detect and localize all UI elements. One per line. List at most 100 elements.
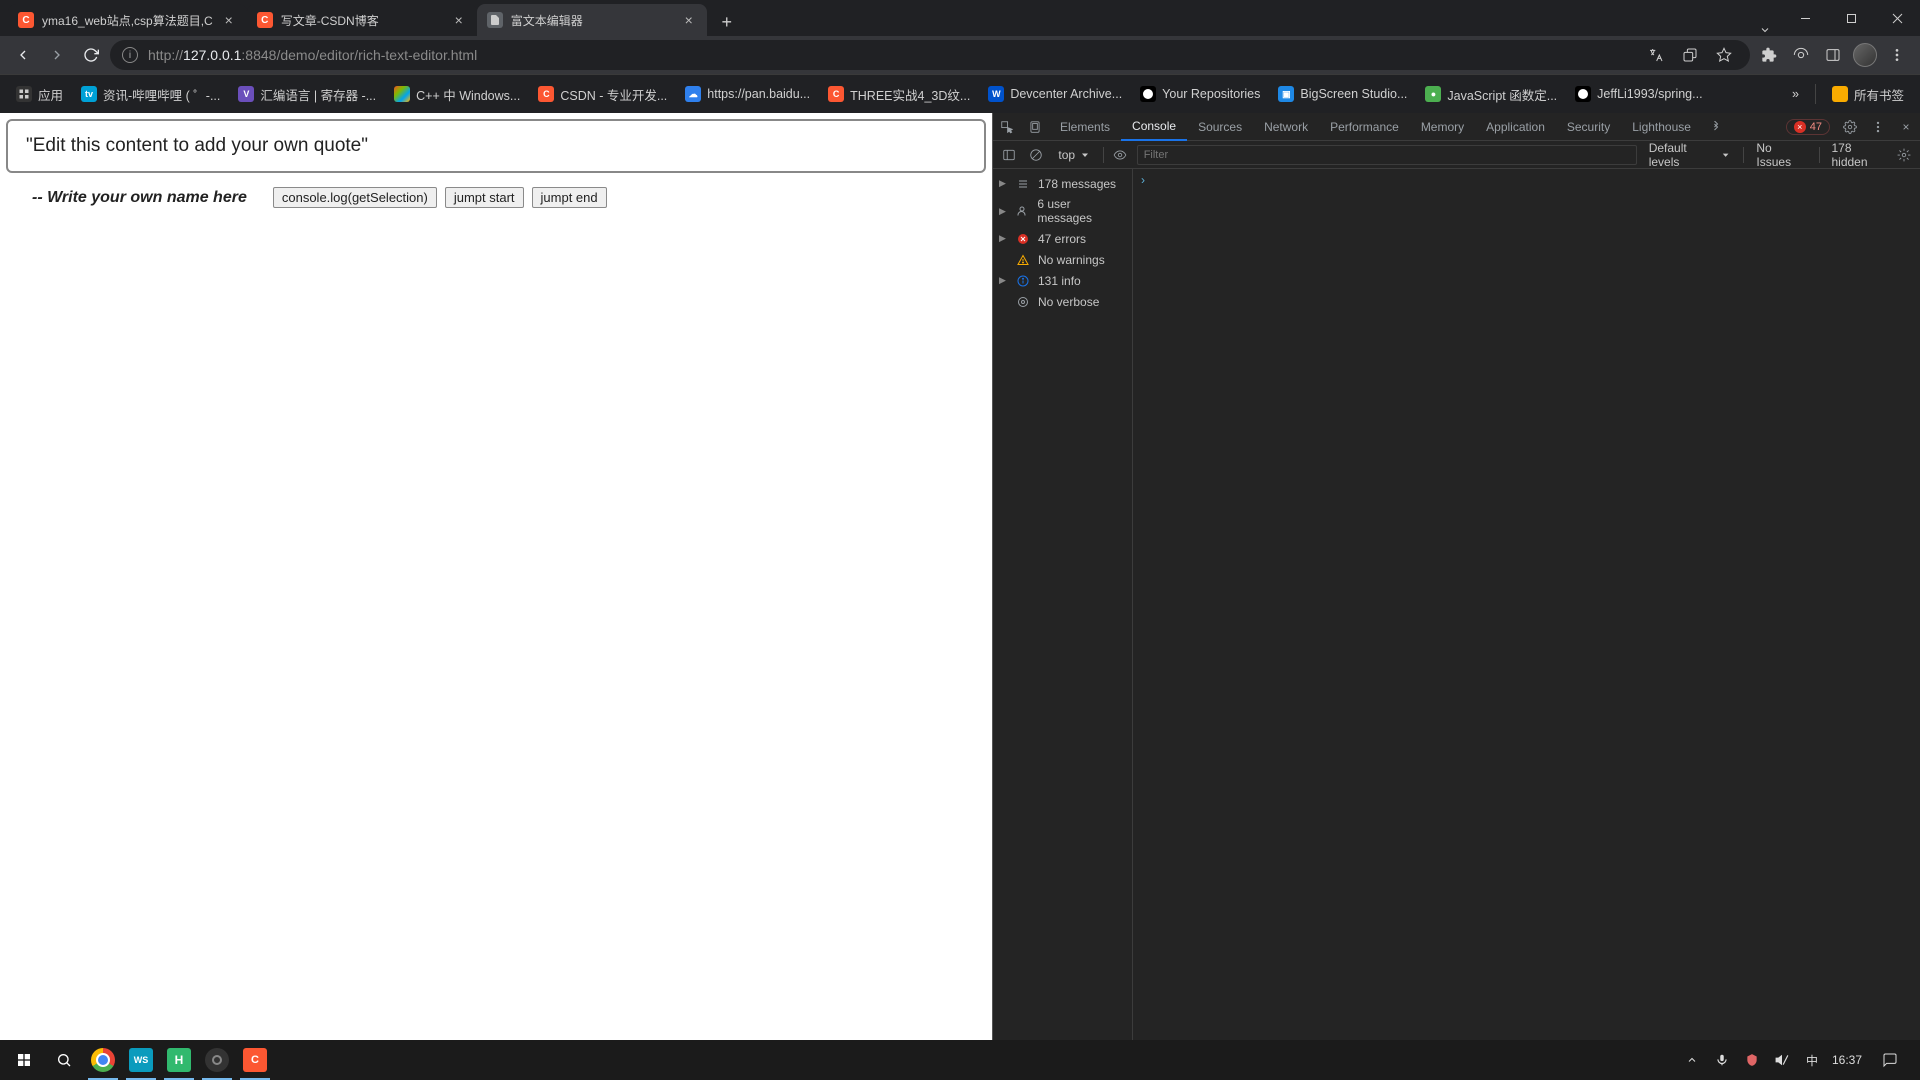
error-count-badge[interactable]: ×47: [1786, 119, 1830, 135]
tab-1[interactable]: C 写文章-CSDN博客 ×: [247, 4, 477, 36]
taskbar-app-obs[interactable]: [198, 1040, 236, 1080]
bookmark-item[interactable]: ☁https://pan.baidu...: [677, 82, 818, 106]
url-text: http://127.0.0.1:8848/demo/editor/rich-t…: [148, 47, 477, 63]
bookmark-item[interactable]: ●JavaScript 函数定...: [1417, 81, 1565, 108]
share-icon[interactable]: [1676, 41, 1704, 69]
taskbar-app-hbuilder[interactable]: H: [160, 1040, 198, 1080]
bookmark-apps[interactable]: 应用: [8, 81, 71, 108]
devtools-close-icon[interactable]: ×: [1892, 120, 1920, 134]
sidebar-row-info[interactable]: ▶131 info: [993, 270, 1132, 291]
tray-security-icon[interactable]: [1742, 1050, 1762, 1070]
all-bookmarks-button[interactable]: 所有书签: [1824, 81, 1912, 108]
close-window-button[interactable]: [1874, 0, 1920, 36]
extensions-icon[interactable]: [1754, 40, 1784, 70]
console-output[interactable]: ›: [1133, 169, 1920, 1040]
devtools-tab-application[interactable]: Application: [1475, 113, 1556, 141]
inspect-element-icon[interactable]: [993, 120, 1021, 134]
log-levels-selector[interactable]: Default levels: [1649, 141, 1732, 169]
taskbar-app-csdn[interactable]: C: [236, 1040, 274, 1080]
back-button[interactable]: [8, 40, 38, 70]
sidebar-row-user[interactable]: ▶6 user messages: [993, 194, 1132, 228]
bookmark-item[interactable]: C++ 中 Windows...: [386, 81, 528, 108]
windows-taskbar: WS H C 中 16:37: [0, 1040, 1920, 1080]
close-icon[interactable]: ×: [681, 12, 697, 28]
device-toggle-icon[interactable]: [1021, 120, 1049, 134]
devtools-tab-memory[interactable]: Memory: [1410, 113, 1475, 141]
bookmark-item[interactable]: CTHREE实战4_3D纹...: [820, 81, 978, 108]
bookmark-item[interactable]: CCSDN - 专业开发...: [530, 81, 675, 108]
devtools-menu-icon[interactable]: [1864, 120, 1892, 134]
log-selection-button[interactable]: console.log(getSelection): [273, 187, 437, 208]
tray-clock[interactable]: 16:37: [1832, 1053, 1862, 1067]
tray-chevron-icon[interactable]: [1682, 1050, 1702, 1070]
translate-icon[interactable]: [1642, 41, 1670, 69]
hidden-messages-count[interactable]: 178 hidden: [1831, 141, 1887, 169]
devtools-settings-icon[interactable]: [1836, 120, 1864, 134]
tab-strip: C yma16_web站点,csp算法题目,C × C 写文章-CSDN博客 ×…: [0, 0, 1748, 36]
forward-button[interactable]: [42, 40, 72, 70]
tab-0[interactable]: C yma16_web站点,csp算法题目,C ×: [8, 4, 247, 36]
tab-title: 写文章-CSDN博客: [281, 12, 443, 29]
filter-input[interactable]: [1137, 145, 1637, 165]
bookmark-item[interactable]: ▣BigScreen Studio...: [1270, 82, 1415, 106]
quote-text: "Edit this content to add your own quote…: [26, 135, 368, 156]
clear-console-icon[interactable]: [1026, 148, 1047, 162]
devtools-tab-sources[interactable]: Sources: [1187, 113, 1253, 141]
console-sidebar: ▶178 messages ▶6 user messages ▶47 error…: [993, 169, 1133, 1040]
bookmark-item[interactable]: tv资讯-哔哩哔哩 ( ゜-...: [73, 81, 228, 108]
new-tab-button[interactable]: +: [713, 8, 741, 36]
devtools-tab-elements[interactable]: Elements: [1049, 113, 1121, 141]
maximize-button[interactable]: [1828, 0, 1874, 36]
devtools-tab-console[interactable]: Console: [1121, 113, 1187, 141]
editable-quote-box[interactable]: "Edit this content to add your own quote…: [6, 119, 986, 173]
favicon: [487, 12, 503, 28]
profile-avatar[interactable]: [1850, 40, 1880, 70]
site-info-icon[interactable]: i: [122, 47, 138, 63]
devtools-tab-lighthouse[interactable]: Lighthouse: [1621, 113, 1702, 141]
reload-button[interactable]: [76, 40, 106, 70]
issues-count[interactable]: No Issues: [1756, 141, 1806, 169]
bookmark-item[interactable]: JeffLi1993/spring...: [1567, 82, 1710, 106]
sidebar-row-warnings[interactable]: No warnings: [993, 249, 1132, 270]
devtools-tab-security[interactable]: Security: [1556, 113, 1621, 141]
action-center-icon[interactable]: [1872, 1040, 1908, 1080]
tray-ime[interactable]: 中: [1802, 1050, 1822, 1070]
bookmark-overflow-icon[interactable]: »: [1784, 83, 1807, 105]
devtools-tab-network[interactable]: Network: [1253, 113, 1319, 141]
tab-2[interactable]: 富文本编辑器 ×: [477, 4, 707, 36]
sidebar-row-errors[interactable]: ▶47 errors: [993, 228, 1132, 249]
minimize-button[interactable]: [1782, 0, 1828, 36]
devtools-tabstrip: Elements Console Sources Network Perform…: [993, 113, 1920, 141]
close-icon[interactable]: ×: [451, 12, 467, 28]
taskbar-app-chrome[interactable]: [84, 1040, 122, 1080]
bookmark-item[interactable]: WDevcenter Archive...: [980, 82, 1130, 106]
jump-start-button[interactable]: jumpt start: [445, 187, 524, 208]
console-prompt-icon: ›: [1141, 173, 1145, 187]
menu-icon[interactable]: [1882, 40, 1912, 70]
sidebar-row-verbose[interactable]: No verbose: [993, 291, 1132, 312]
more-tabs-icon[interactable]: [1702, 121, 1730, 133]
tab-title: yma16_web站点,csp算法题目,C: [42, 12, 213, 29]
devtools-tab-performance[interactable]: Performance: [1319, 113, 1410, 141]
console-settings-icon[interactable]: [1893, 148, 1914, 162]
close-icon[interactable]: ×: [221, 12, 237, 28]
sidebar-row-messages[interactable]: ▶178 messages: [993, 173, 1132, 194]
address-bar[interactable]: i http://127.0.0.1:8848/demo/editor/rich…: [110, 40, 1750, 70]
author-text[interactable]: -- Write your own name here: [32, 189, 247, 207]
extension-icon[interactable]: [1786, 40, 1816, 70]
side-panel-icon[interactable]: [1818, 40, 1848, 70]
search-button[interactable]: [44, 1040, 84, 1080]
console-sidebar-toggle-icon[interactable]: [999, 148, 1020, 162]
jump-end-button[interactable]: jumpt end: [532, 187, 607, 208]
tray-mic-icon[interactable]: [1712, 1050, 1732, 1070]
page-content: "Edit this content to add your own quote…: [0, 113, 992, 1040]
tab-dropdown-icon[interactable]: [1748, 24, 1782, 36]
tray-volume-icon[interactable]: [1772, 1050, 1792, 1070]
bookmark-item[interactable]: Your Repositories: [1132, 82, 1268, 106]
bookmark-item[interactable]: V汇编语言 | 寄存器 -...: [230, 81, 384, 108]
start-button[interactable]: [4, 1040, 44, 1080]
taskbar-app-webstorm[interactable]: WS: [122, 1040, 160, 1080]
context-selector[interactable]: top: [1052, 146, 1097, 164]
live-expression-icon[interactable]: [1110, 148, 1131, 162]
bookmark-star-icon[interactable]: [1710, 41, 1738, 69]
